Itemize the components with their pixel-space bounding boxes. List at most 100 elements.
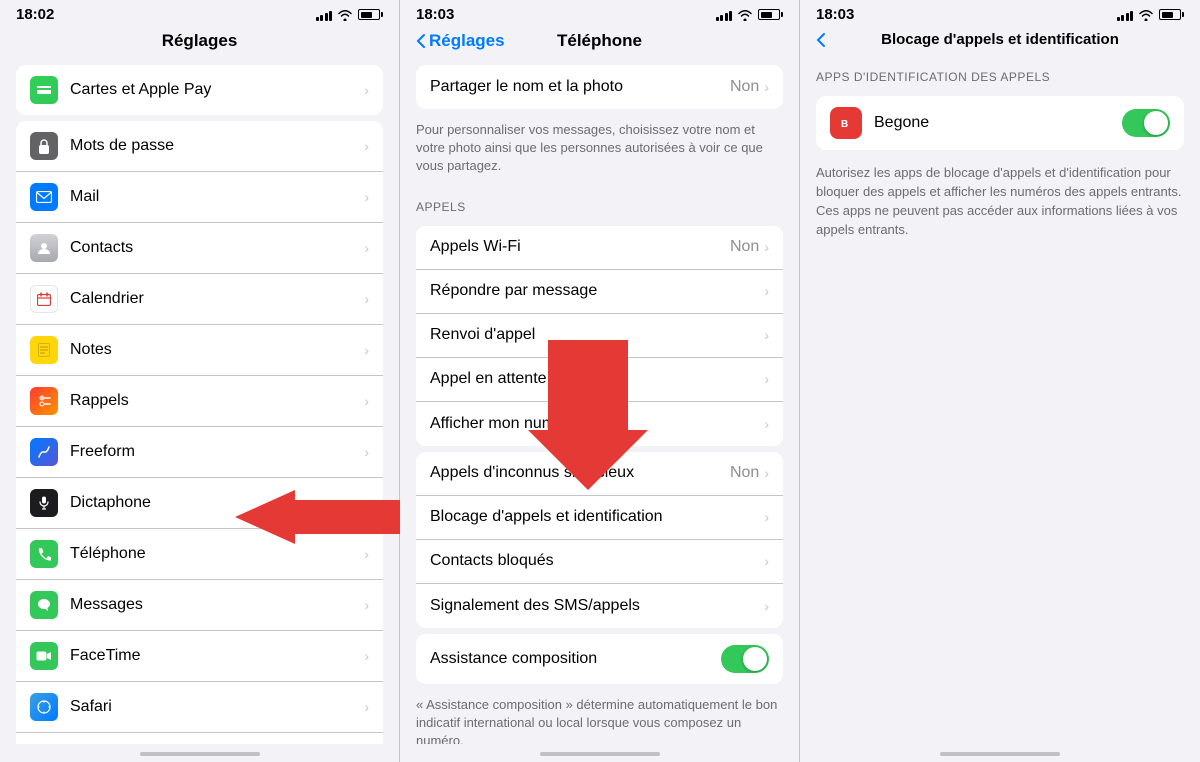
repondre-label: Répondre par message [430, 282, 764, 300]
row-signalement[interactable]: Signalement des SMS/appels › [416, 584, 783, 628]
apps-section: B Begone [816, 96, 1184, 150]
battery-icon [358, 9, 383, 20]
panel-reglages: 18:02 [0, 0, 400, 762]
signal-icon [1117, 9, 1134, 21]
signalement-label: Signalement des SMS/appels [430, 597, 764, 615]
begone-toggle[interactable] [1122, 109, 1170, 137]
notes-label: Notes [70, 341, 364, 359]
section-appels: APPELS [400, 186, 799, 220]
safari-icon [30, 693, 58, 721]
chevron-icon: › [364, 138, 369, 154]
chevron-icon: › [364, 189, 369, 205]
mdp-label: Mots de passe [70, 137, 364, 155]
share-section: Partager le nom et la photo Non › [416, 65, 783, 109]
chevron-icon: › [764, 598, 769, 614]
messages-icon [30, 591, 58, 619]
assistance-section: Assistance composition [416, 634, 783, 684]
row-messages[interactable]: Messages › [16, 580, 383, 631]
home-indicator-2 [400, 744, 799, 762]
row-begone[interactable]: B Begone [816, 96, 1184, 150]
row-cartes[interactable]: Cartes et Apple Pay › [16, 65, 383, 115]
chevron-icon: › [364, 393, 369, 409]
status-bar-3: 18:03 [800, 0, 1200, 27]
chevron-icon: › [764, 371, 769, 387]
rappels-label: Rappels [70, 392, 364, 410]
chevron-icon: › [364, 291, 369, 307]
time-2: 18:03 [416, 6, 454, 23]
freeform-label: Freeform [70, 443, 364, 461]
mail-icon [30, 183, 58, 211]
row-repondre[interactable]: Répondre par message › [416, 270, 783, 314]
nav-header-2: Réglages Téléphone [400, 27, 799, 59]
chevron-icon: › [364, 240, 369, 256]
red-arrow-down [528, 340, 648, 490]
share-value: Non [730, 78, 759, 96]
assistance-description: « Assistance composition » détermine aut… [400, 690, 799, 744]
share-label: Partager le nom et la photo [430, 78, 730, 96]
telephone-icon [30, 540, 58, 568]
begone-app-icon: B [830, 107, 862, 139]
row-share[interactable]: Partager le nom et la photo Non › [416, 65, 783, 109]
wifi-icon [1138, 9, 1154, 21]
inconnus-value: Non [730, 464, 759, 482]
row-contacts[interactable]: Contacts › [16, 223, 383, 274]
back-button-2[interactable]: Réglages [416, 31, 505, 51]
begone-label: Begone [874, 114, 1122, 132]
chevron-icon: › [764, 79, 769, 95]
time-3: 18:03 [816, 6, 854, 23]
chevron-icon: › [764, 553, 769, 569]
home-indicator-3 [800, 744, 1200, 762]
settings-section-1: Cartes et Apple Pay › [16, 65, 383, 115]
chevron-icon: › [364, 546, 369, 562]
page-title-3: Blocage d'appels et identification [881, 31, 1119, 48]
row-assistance[interactable]: Assistance composition [416, 634, 783, 684]
row-bourse[interactable]: Bourse › [16, 733, 383, 744]
status-bar-2: 18:03 [400, 0, 799, 27]
row-blocage[interactable]: Blocage d'appels et identification › [416, 496, 783, 540]
status-icons-2 [716, 9, 784, 21]
red-arrow-left [235, 490, 400, 545]
facetime-label: FaceTime [70, 647, 364, 665]
row-bloques[interactable]: Contacts bloqués › [416, 540, 783, 584]
battery-icon [1159, 9, 1184, 20]
wifi-value: Non [730, 238, 759, 256]
notes-icon [30, 336, 58, 364]
section-label-apps: APPS D'IDENTIFICATION DES APPELS [800, 56, 1200, 90]
page-title-2: Téléphone [557, 31, 642, 51]
row-rappels[interactable]: Rappels › [16, 376, 383, 427]
freeform-icon [30, 438, 58, 466]
dictaphone-icon [30, 489, 58, 517]
time-1: 18:02 [16, 6, 54, 23]
panel-telephone: 18:03 [400, 0, 800, 762]
row-wifi[interactable]: Appels Wi-Fi Non › [416, 226, 783, 270]
panel3-content: APPS D'IDENTIFICATION DES APPELS B Begon… [800, 56, 1200, 744]
assistance-label: Assistance composition [430, 650, 721, 668]
row-freeform[interactable]: Freeform › [16, 427, 383, 478]
assistance-toggle[interactable] [721, 645, 769, 673]
row-calendrier[interactable]: Calendrier › [16, 274, 383, 325]
wifi-icon [737, 9, 753, 21]
contacts-label: Contacts [70, 239, 364, 257]
chevron-icon: › [764, 327, 769, 343]
chevron-icon: › [364, 648, 369, 664]
back-button-3[interactable] [816, 32, 826, 48]
nav-header-3: Blocage d'appels et identification [800, 27, 1200, 56]
row-notes[interactable]: Notes › [16, 325, 383, 376]
share-description: Pour personnaliser vos messages, choisis… [400, 115, 799, 186]
wifi-label: Appels Wi-Fi [430, 238, 730, 256]
chevron-icon: › [364, 342, 369, 358]
panel-blocage: 18:03 [800, 0, 1200, 762]
row-mdp[interactable]: Mots de passe › [16, 121, 383, 172]
chevron-icon: › [764, 416, 769, 432]
chevron-icon: › [364, 699, 369, 715]
row-mail[interactable]: Mail › [16, 172, 383, 223]
bloques-label: Contacts bloqués [430, 552, 764, 570]
chevron-icon: › [764, 465, 769, 481]
chevron-icon: › [364, 597, 369, 613]
status-icons-1 [316, 9, 384, 21]
facetime-icon [30, 642, 58, 670]
cartes-label: Cartes et Apple Pay [70, 81, 364, 99]
row-facetime[interactable]: FaceTime › [16, 631, 383, 682]
row-safari[interactable]: Safari › [16, 682, 383, 733]
cartes-icon [30, 76, 58, 104]
